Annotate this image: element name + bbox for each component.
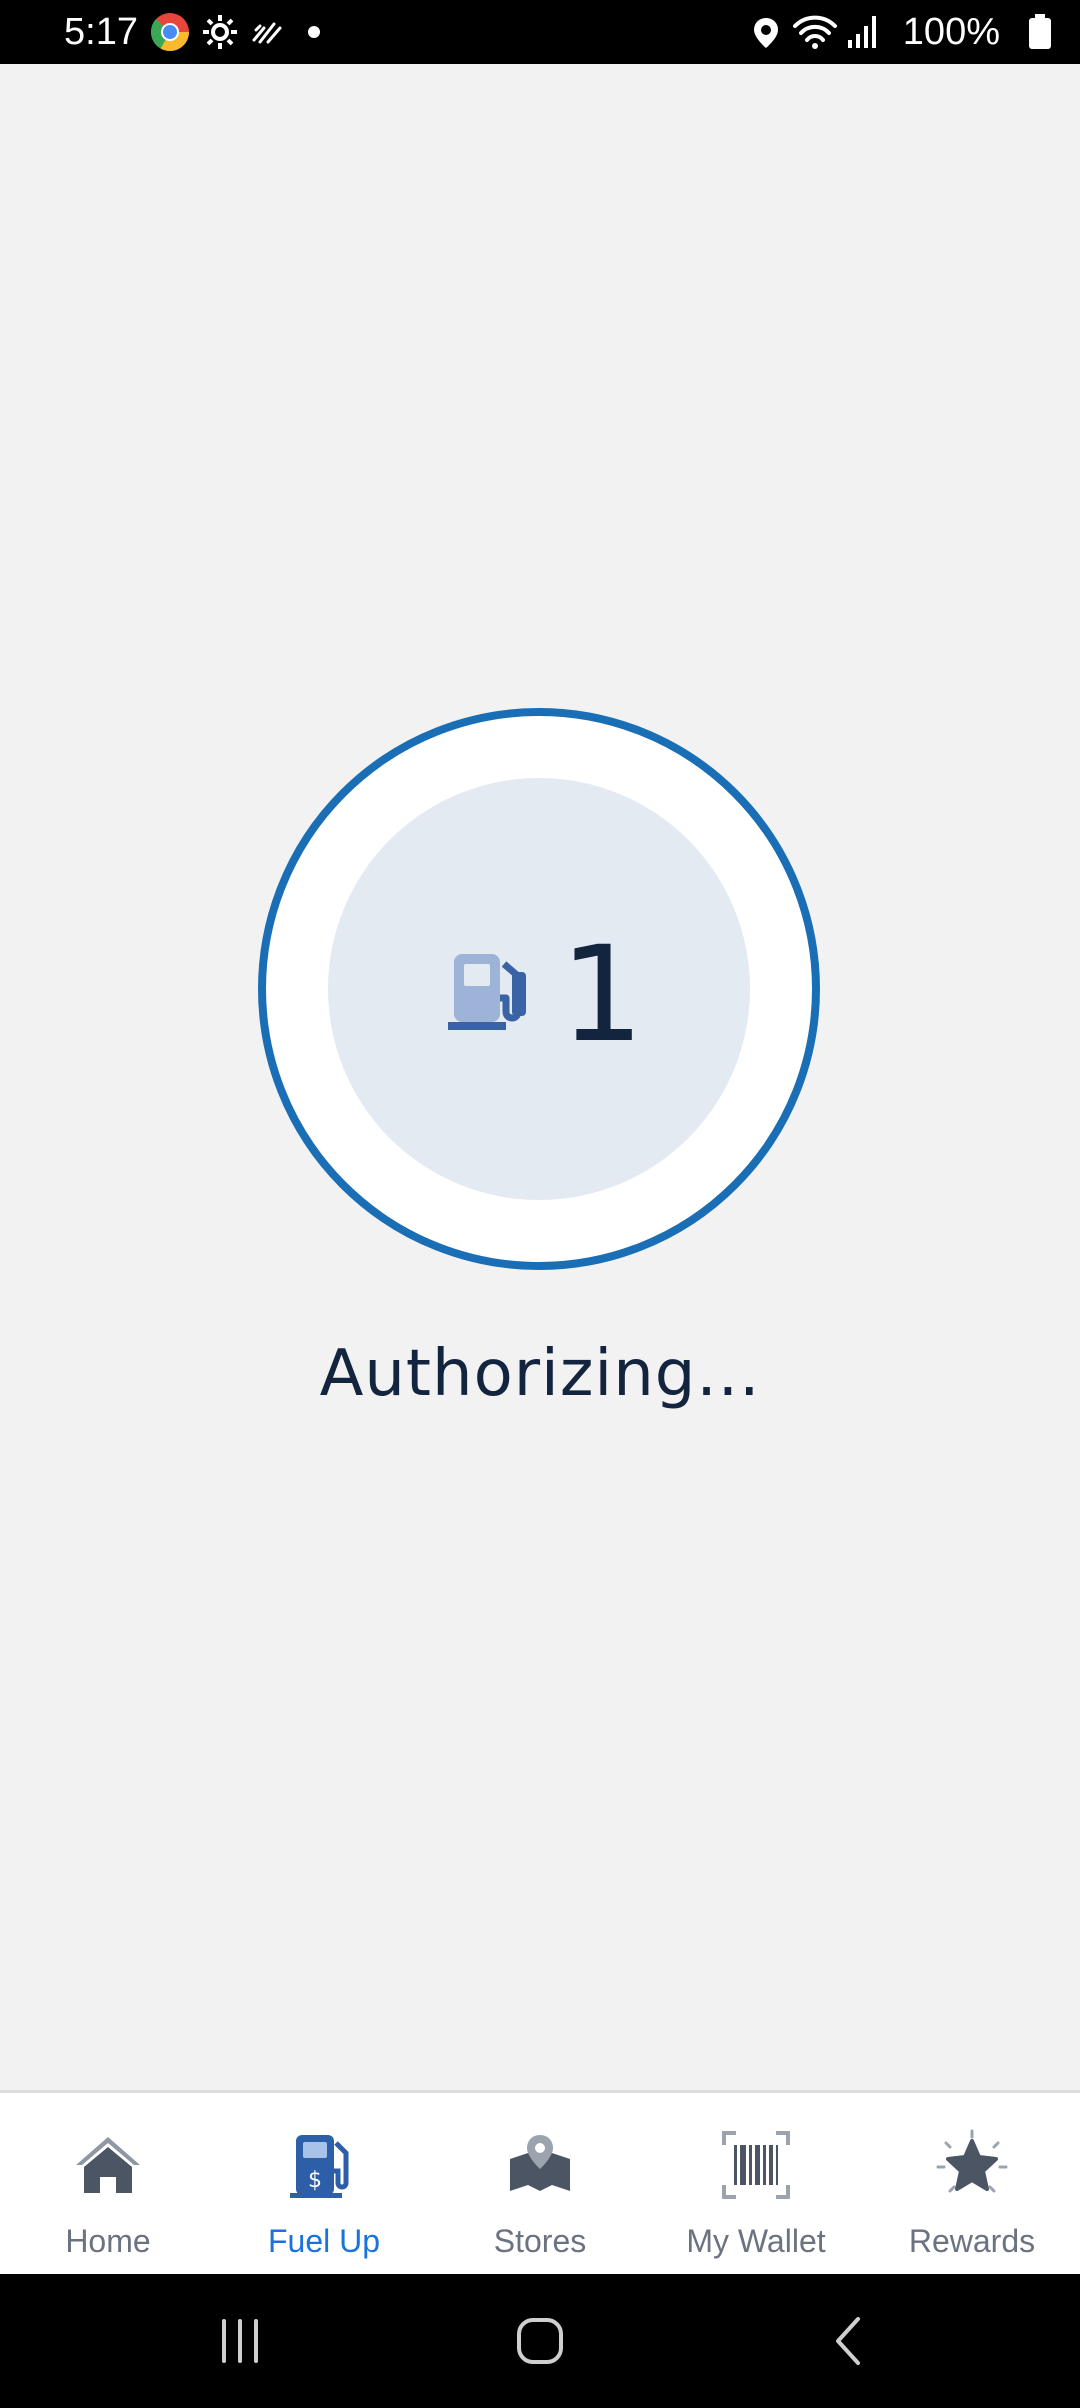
tab-fuel-up[interactable]: $ Fuel Up bbox=[216, 2093, 432, 2277]
tab-label-home: Home bbox=[65, 2223, 151, 2259]
tab-my-wallet[interactable]: My Wallet bbox=[648, 2093, 864, 2277]
status-time: 5:17 bbox=[64, 11, 138, 53]
svg-text:$: $ bbox=[308, 2168, 322, 2193]
pump-number: 1 bbox=[560, 918, 644, 1072]
map-pin-icon bbox=[510, 2135, 570, 2191]
tab-label-fuel-up: Fuel Up bbox=[267, 2223, 381, 2259]
recents-button[interactable] bbox=[160, 2274, 320, 2408]
battery-icon bbox=[1029, 14, 1051, 49]
location-icon bbox=[754, 18, 778, 48]
cell-signal-icon bbox=[848, 16, 876, 48]
chrome-icon bbox=[150, 13, 190, 52]
home-circle-icon bbox=[517, 2318, 563, 2364]
barcode-icon bbox=[722, 2131, 790, 2199]
wifi-icon bbox=[793, 15, 837, 49]
settings-icon bbox=[203, 15, 237, 49]
system-nav-bar bbox=[0, 2274, 1080, 2408]
battery-percent: 100% bbox=[902, 11, 1000, 53]
tab-rewards[interactable]: Rewards bbox=[864, 2093, 1080, 2277]
status-right: 100% bbox=[752, 10, 1052, 54]
recents-icon bbox=[222, 2319, 258, 2363]
star-burst-icon bbox=[936, 2129, 1008, 2193]
tab-label-stores: Stores bbox=[493, 2223, 587, 2259]
status-bar: 5:17 100% bbox=[0, 0, 1080, 64]
pump-circle bbox=[328, 778, 750, 1200]
bottom-tab-bar: Home $ Fuel Up Stores My Wallet Rewards bbox=[0, 2090, 1080, 2274]
tab-home[interactable]: Home bbox=[0, 2093, 216, 2277]
home-nav-button[interactable] bbox=[460, 2274, 620, 2408]
signal-mute-icon bbox=[252, 22, 282, 44]
tab-label-my-wallet: My Wallet bbox=[686, 2223, 826, 2259]
fuel-pump-icon bbox=[448, 954, 526, 1030]
back-button[interactable] bbox=[770, 2274, 930, 2408]
home-icon bbox=[76, 2137, 140, 2193]
fuel-pump-dollar-icon: $ bbox=[290, 2135, 349, 2198]
tab-label-rewards: Rewards bbox=[908, 2223, 1036, 2259]
screen: 5:17 100% 1 Authorizing... Home $ Fuel U… bbox=[0, 0, 1080, 2408]
tab-stores[interactable]: Stores bbox=[432, 2093, 648, 2277]
back-icon bbox=[836, 2317, 860, 2365]
authorization-status: Authorizing... bbox=[319, 1337, 761, 1411]
dot-icon bbox=[308, 26, 320, 38]
